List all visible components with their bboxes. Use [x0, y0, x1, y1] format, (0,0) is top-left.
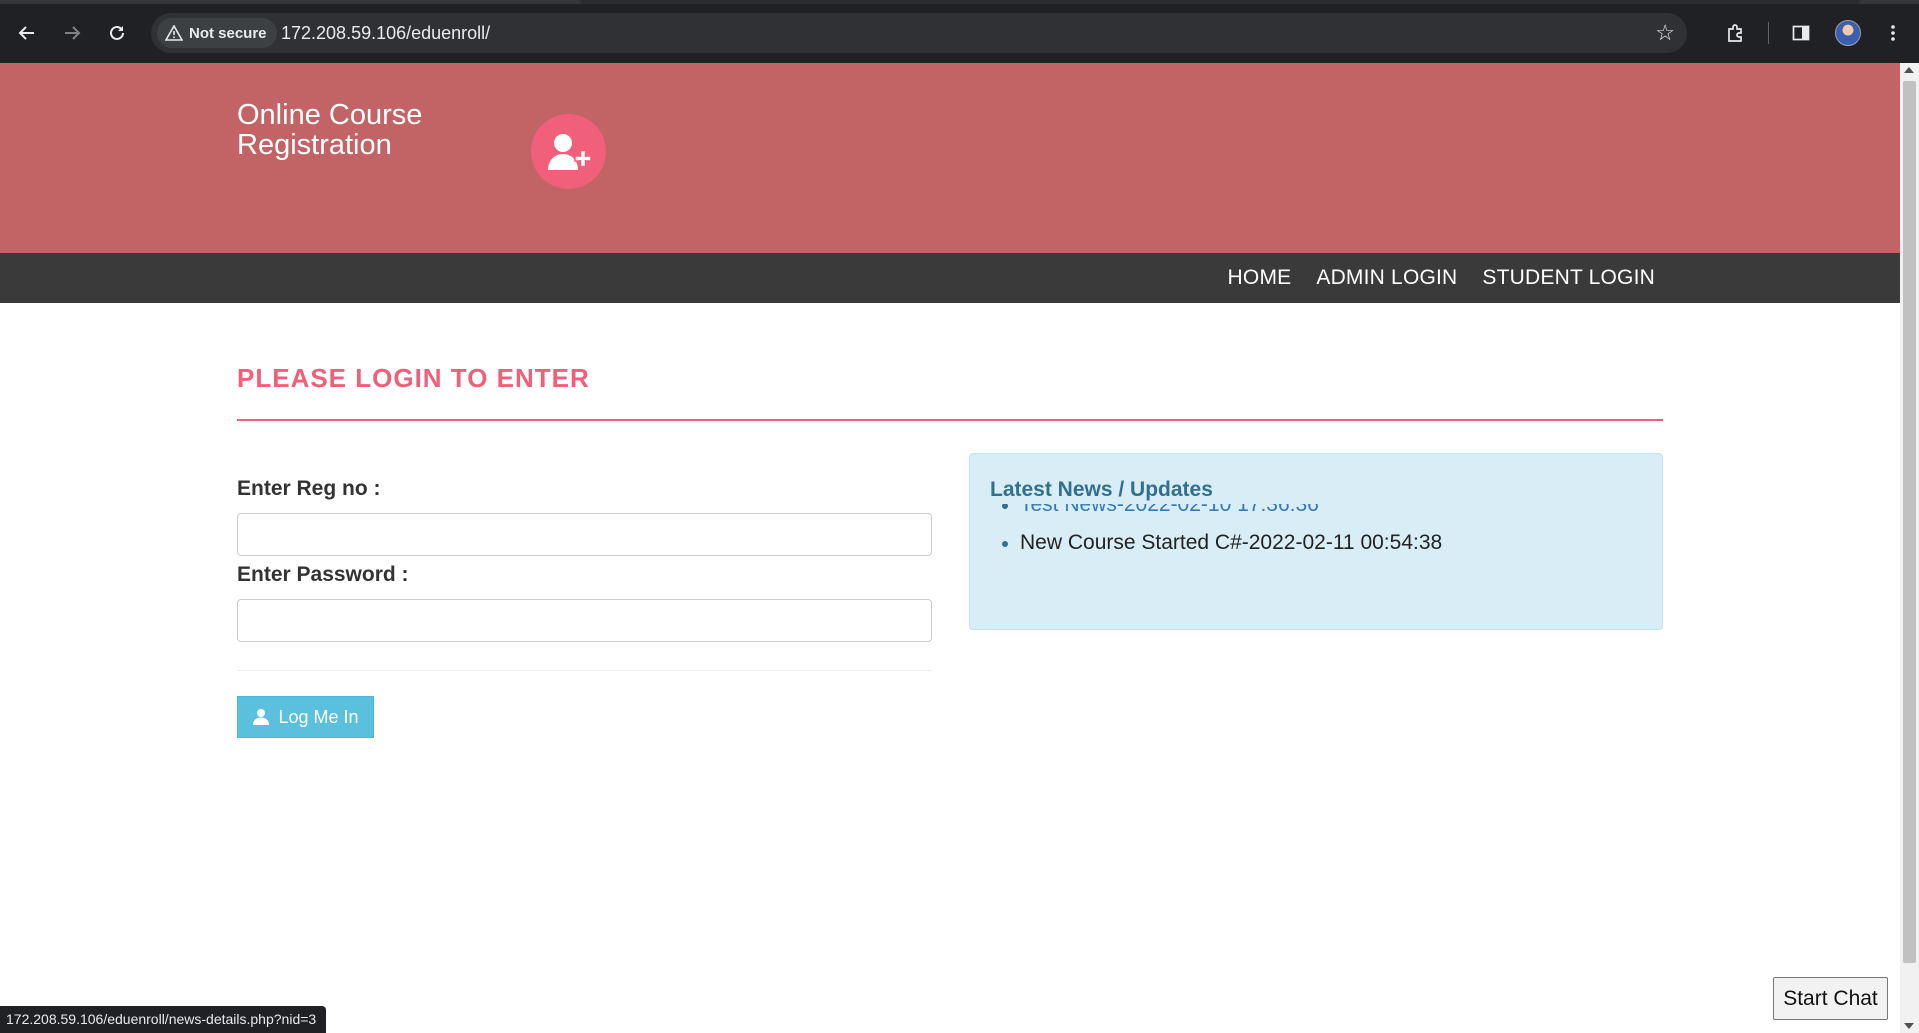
tab-strip-edge — [580, 0, 1860, 4]
nav-admin-login-link[interactable]: ADMIN LOGIN — [1316, 266, 1457, 290]
page-viewport: Online Course Registration HOME ADMIN LO… — [0, 63, 1900, 1033]
regno-label: Enter Reg no : — [237, 477, 381, 500]
reload-icon[interactable] — [100, 16, 134, 50]
status-bar-url: 172.208.59.106/eduenroll/news-details.ph… — [0, 1006, 327, 1033]
browser-toolbar: Not secure 172.208.59.106/eduenroll/ ☆ — [0, 0, 1919, 63]
login-button[interactable]: Log Me In — [237, 696, 374, 738]
news-item[interactable]: Test News-2022-02-10 17:36:36 — [990, 504, 1442, 524]
news-item-link[interactable]: New Course Started C#-2022-02-11 00:54:3… — [1020, 531, 1442, 554]
nav-student-login-link[interactable]: STUDENT LOGIN — [1482, 266, 1655, 290]
news-panel-title: Latest News / Updates — [990, 478, 1213, 501]
page-scrollbar[interactable] — [1900, 63, 1919, 1033]
heading-divider — [237, 419, 1663, 421]
address-bar[interactable]: Not secure 172.208.59.106/eduenroll/ ☆ — [151, 13, 1687, 53]
forward-icon[interactable] — [55, 16, 89, 50]
site-header: Online Course Registration — [0, 63, 1900, 253]
login-button-label: Log Me In — [278, 706, 359, 727]
nav-home-link[interactable]: HOME — [1228, 266, 1292, 290]
url-text[interactable]: 172.208.59.106/eduenroll/ — [281, 23, 490, 44]
form-divider — [237, 670, 932, 671]
page-title: PLEASE LOGIN TO ENTER — [237, 363, 590, 393]
profile-avatar[interactable] — [1835, 20, 1861, 46]
toolbar-divider — [1768, 22, 1769, 44]
extensions-icon[interactable] — [1719, 16, 1753, 50]
more-menu-icon[interactable] — [1876, 16, 1910, 50]
warning-icon — [165, 25, 183, 41]
news-item-link[interactable]: Test News-2022-02-10 17:36:36 — [1020, 504, 1319, 516]
news-panel: Latest News / Updates Test News-2022-02-… — [969, 453, 1663, 630]
news-list: Test News-2022-02-10 17:36:36 New Course… — [990, 504, 1442, 562]
nav-menu: HOME ADMIN LOGIN STUDENT LOGIN — [1228, 253, 1655, 303]
security-label: Not secure — [189, 24, 267, 42]
regno-input[interactable] — [237, 513, 932, 556]
back-icon[interactable] — [10, 16, 44, 50]
side-panel-icon[interactable] — [1784, 16, 1818, 50]
password-label: Enter Password : — [237, 563, 409, 586]
security-chip[interactable]: Not secure — [157, 18, 277, 48]
main-nav: HOME ADMIN LOGIN STUDENT LOGIN — [0, 253, 1900, 303]
bookmark-star-icon[interactable]: ☆ — [1655, 21, 1675, 45]
user-icon — [253, 709, 270, 725]
site-title: Online Course Registration — [237, 99, 423, 161]
password-input[interactable] — [237, 599, 932, 642]
news-item[interactable]: New Course Started C#-2022-02-11 00:54:3… — [990, 524, 1442, 562]
news-marquee: Test News-2022-02-10 17:36:36 New Course… — [990, 504, 1640, 614]
scroll-down-arrow-icon[interactable] — [1904, 1023, 1914, 1029]
user-plus-icon — [531, 114, 606, 189]
scroll-up-arrow-icon[interactable] — [1904, 67, 1914, 73]
start-chat-button[interactable]: Start Chat — [1773, 977, 1888, 1020]
scroll-thumb[interactable] — [1903, 81, 1916, 963]
